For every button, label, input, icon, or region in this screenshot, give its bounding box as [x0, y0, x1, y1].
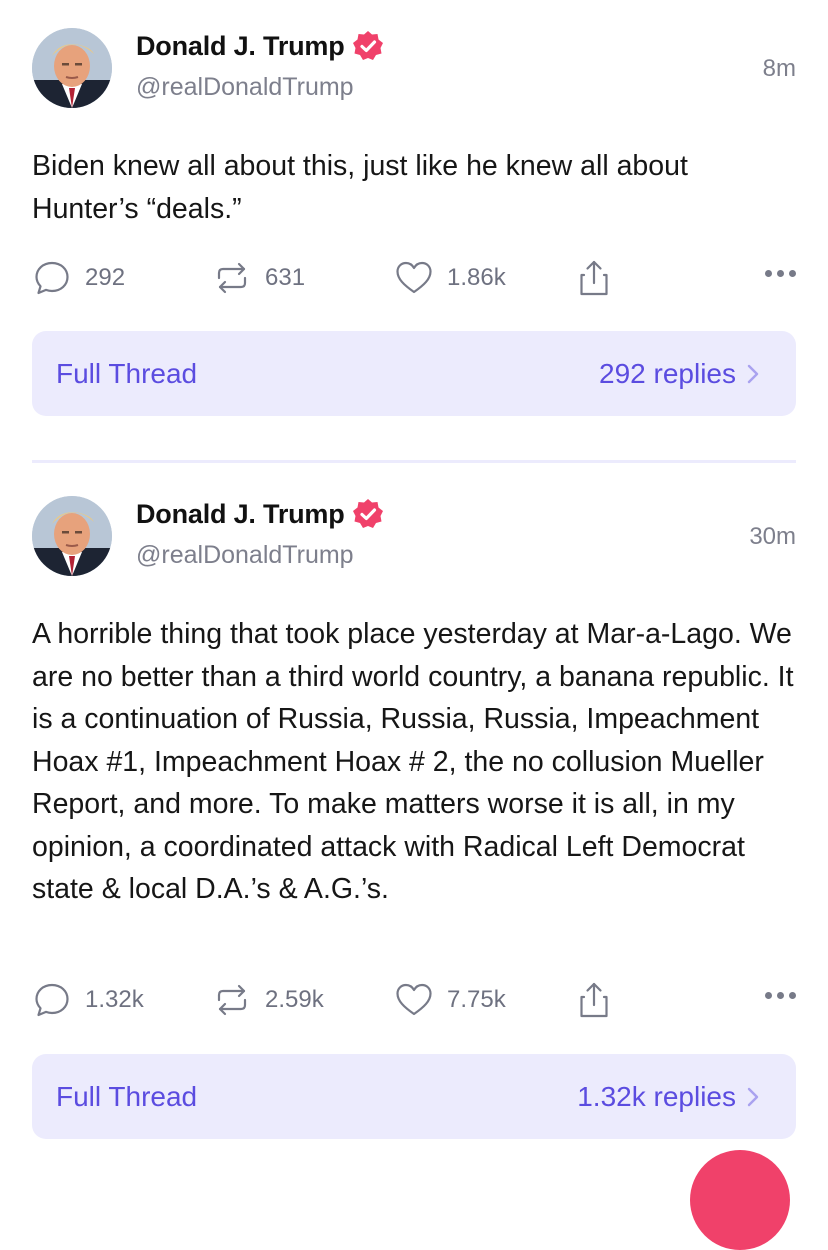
post-actions: 292 631 1.86k [0, 258, 828, 298]
retruth-button[interactable]: 2.59k [212, 980, 324, 1020]
compose-button[interactable] [690, 1150, 790, 1250]
reply-count: 292 [85, 264, 126, 291]
verified-badge-icon [352, 30, 384, 62]
author-name[interactable]: Donald J. Trump [136, 31, 345, 62]
chevron-right-icon [747, 1087, 759, 1107]
like-button[interactable]: 1.86k [394, 258, 506, 298]
author-avatar[interactable] [32, 28, 112, 108]
author-handle[interactable]: @realDonaldTrump [136, 73, 354, 102]
repost-arrows-icon [217, 984, 247, 1016]
repost-arrows-icon [217, 262, 247, 294]
chevron-right-icon [747, 364, 759, 384]
share-button[interactable] [574, 980, 614, 1020]
retruth-count: 631 [265, 264, 306, 291]
full-thread-button[interactable]: Full Thread 1.32k replies [32, 1054, 796, 1139]
retruth-count: 2.59k [265, 986, 324, 1013]
post-actions: 1.32k 2.59k 7.75k [0, 980, 828, 1020]
post-divider [32, 460, 796, 463]
post-time: 8m [762, 55, 796, 82]
retruth-button[interactable]: 631 [212, 258, 305, 298]
post-text: A horrible thing that took place yesterd… [32, 618, 794, 905]
post-time: 30m [749, 523, 796, 550]
full-thread-label: Full Thread [56, 1081, 198, 1112]
author-name-row: Donald J. Trump [136, 498, 384, 530]
thread-replies-count: 292 replies [599, 358, 736, 389]
post-text: Biden knew all about this, just like he … [32, 150, 688, 225]
heart-icon [396, 261, 432, 294]
share-button[interactable] [574, 258, 614, 298]
reply-button[interactable]: 292 [32, 258, 125, 298]
verified-badge-icon [352, 498, 384, 530]
more-options-icon[interactable] [765, 270, 796, 277]
full-thread-button[interactable]: Full Thread 292 replies [32, 331, 796, 416]
heart-icon [396, 983, 432, 1016]
speech-bubble-icon [35, 261, 69, 295]
author-name-row: Donald J. Trump [136, 30, 384, 62]
author-avatar[interactable] [32, 496, 112, 576]
reply-count: 1.32k [85, 986, 144, 1013]
speech-bubble-icon [35, 983, 69, 1017]
share-icon [580, 982, 608, 1018]
reply-button[interactable]: 1.32k [32, 980, 144, 1020]
author-name[interactable]: Donald J. Trump [136, 499, 345, 530]
author-handle[interactable]: @realDonaldTrump [136, 541, 354, 570]
like-button[interactable]: 7.75k [394, 980, 506, 1020]
share-icon [580, 260, 608, 296]
like-count: 1.86k [447, 264, 506, 291]
more-options-icon[interactable] [765, 992, 796, 999]
thread-replies-count: 1.32k replies [577, 1081, 736, 1112]
like-count: 7.75k [447, 986, 506, 1013]
full-thread-label: Full Thread [56, 358, 198, 389]
